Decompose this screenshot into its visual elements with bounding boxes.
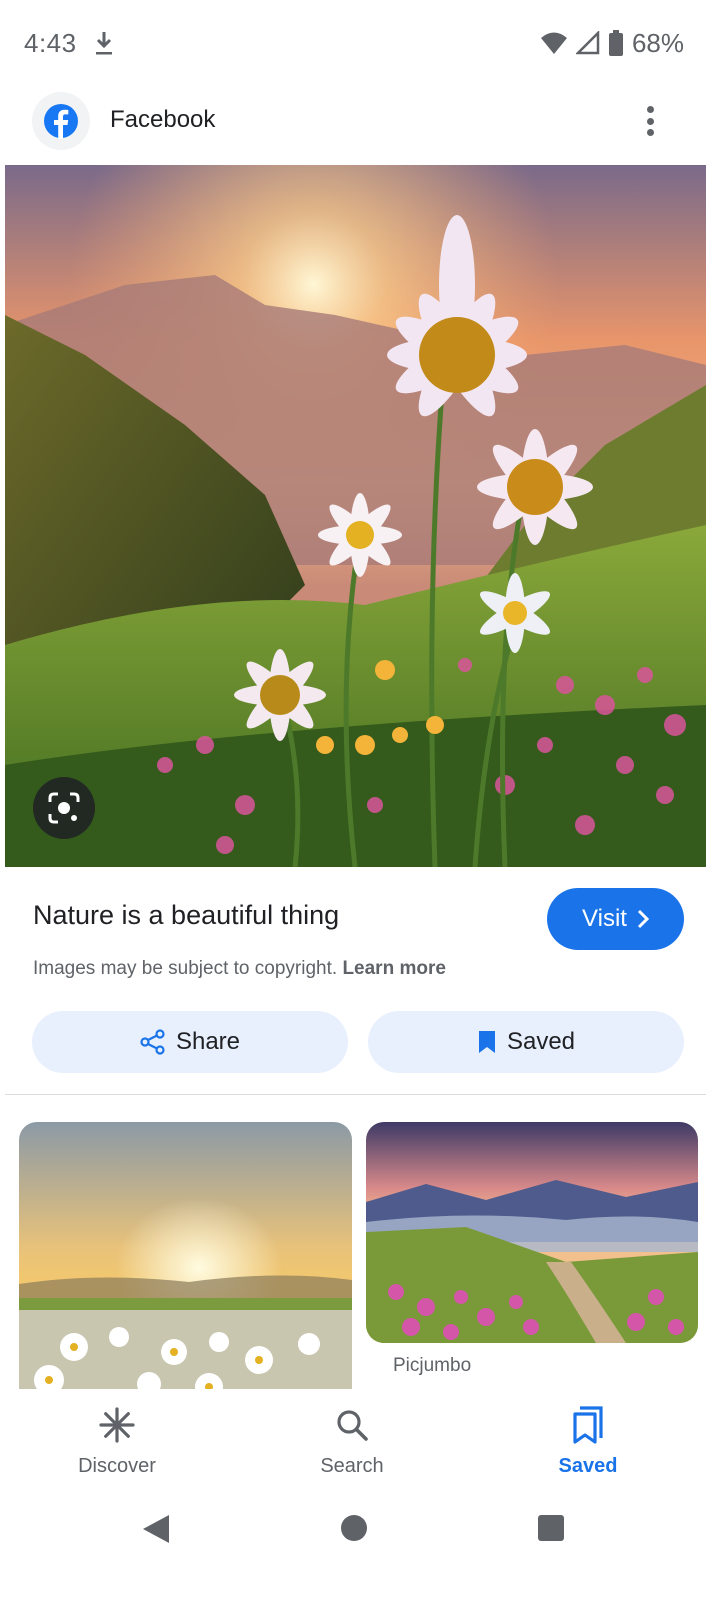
more-options-button[interactable] [632,100,668,142]
result-title: Nature is a beautiful thing [33,900,340,930]
related-image-2[interactable] [366,1122,698,1343]
main-image-picture [5,165,706,867]
recents-icon[interactable] [538,1515,564,1541]
battery-icon [608,30,623,56]
back-icon[interactable] [141,1513,171,1545]
source-header: Facebook [0,86,720,156]
nav-discover-label: Discover [78,1455,156,1477]
download-icon [96,32,112,55]
related-image-1[interactable] [19,1122,352,1402]
share-icon [140,1029,165,1055]
source-name[interactable]: Facebook [110,106,215,134]
search-icon [332,1405,372,1445]
home-icon[interactable] [341,1515,367,1541]
nav-search[interactable]: Search [262,1389,442,1501]
copyright-notice: Images may be subject to copyright. Lear… [33,958,446,980]
nav-discover[interactable]: Discover [27,1389,207,1501]
copyright-text: Images may be subject to copyright. [33,958,338,979]
nav-search-label: Search [320,1455,384,1477]
wifi-icon [540,32,567,54]
status-indicators: 68% [540,26,684,60]
bookmark-filled-icon [478,1031,495,1053]
dot-icon [646,106,654,113]
learn-more-link[interactable]: Learn more [342,958,445,979]
camera-lens-icon [48,792,80,824]
related-image-1-picture [19,1122,352,1402]
signal-icon [575,31,600,55]
status-time: 4:43 [24,28,77,58]
nav-saved[interactable]: Saved [498,1389,678,1501]
system-navigation-bar [0,1501,720,1600]
dot-icon [646,117,654,125]
related-image-2-source[interactable]: Picjumbo [393,1355,471,1377]
saved-button[interactable]: Saved [368,1011,684,1073]
chevron-right-icon [637,909,649,929]
saved-label: Saved [506,1028,576,1055]
related-image-2-picture [366,1122,698,1343]
visit-label: Visit [582,905,627,932]
saved-bookmarks-icon [568,1405,608,1445]
discover-asterisk-icon [97,1405,137,1445]
source-avatar[interactable] [32,92,90,150]
nav-saved-label: Saved [558,1455,618,1477]
divider [5,1094,706,1095]
visit-button[interactable]: Visit [547,888,684,950]
status-bar: 4:43 68% [0,0,720,84]
share-label: Share [175,1028,241,1055]
lens-button[interactable] [33,777,95,839]
dot-icon [646,129,654,136]
bottom-navigation: Discover Search Saved [0,1389,720,1501]
share-button[interactable]: Share [32,1011,348,1073]
main-image[interactable] [5,165,706,867]
facebook-logo-icon [44,104,78,139]
battery-percent: 68% [631,27,684,58]
